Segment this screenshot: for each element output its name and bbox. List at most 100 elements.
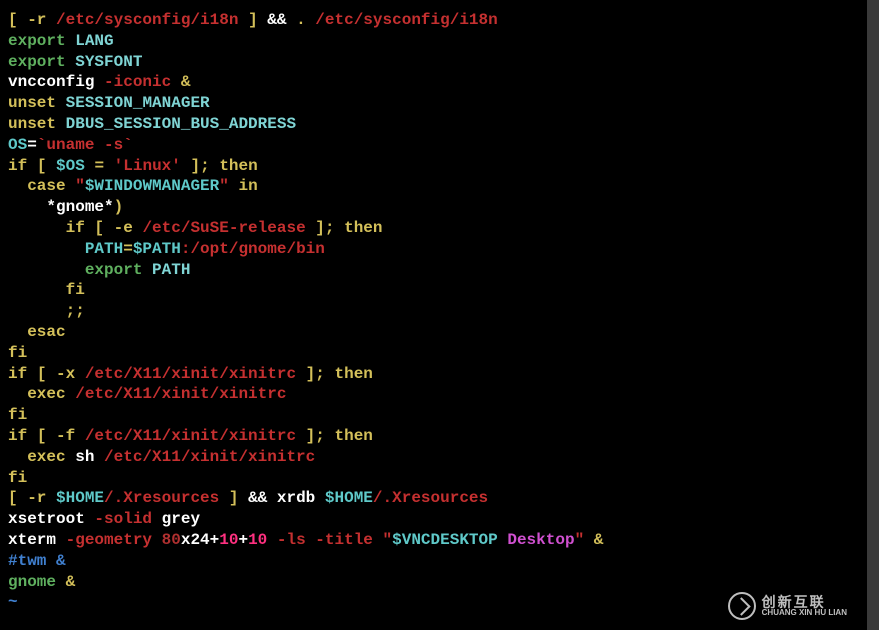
code-token: export xyxy=(8,53,66,71)
code-token: exec xyxy=(27,448,65,466)
code-token: " xyxy=(383,531,393,549)
code-token: #twm & xyxy=(8,552,66,570)
code-token: Desktop xyxy=(507,531,574,549)
code-line-25: xterm -geometry 80x24+10+10 -ls -title "… xyxy=(8,530,859,551)
code-token: 10 xyxy=(248,531,267,549)
code-token xyxy=(56,94,66,112)
code-token xyxy=(296,365,306,383)
code-token: = xyxy=(123,240,133,258)
code-token: fi xyxy=(66,281,85,299)
code-token xyxy=(66,385,76,403)
code-token: x24+ xyxy=(181,531,219,549)
code-token: = xyxy=(94,157,104,175)
code-token xyxy=(46,489,56,507)
code-token: :/opt/gnome/bin xyxy=(181,240,325,258)
code-token: & xyxy=(594,531,604,549)
code-token: /etc/X11/xinit/xinitrc xyxy=(104,448,315,466)
code-line-4: unset SESSION_MANAGER xyxy=(8,93,859,114)
watermark: 创新互联 CHUANG XIN HU LIAN xyxy=(728,592,847,620)
code-line-23: [ -r $HOME/.Xresources ] && xrdb $HOME/.… xyxy=(8,488,859,509)
code-token: [ -r xyxy=(8,11,46,29)
code-editor[interactable]: [ -r /etc/sysconfig/i18n ] && . /etc/sys… xyxy=(8,10,859,613)
code-token: -solid xyxy=(94,510,152,528)
code-token xyxy=(8,448,27,466)
code-token xyxy=(46,157,56,175)
code-line-9: *gnome*) xyxy=(8,197,859,218)
code-line-17: if [ -x /etc/X11/xinit/xinitrc ]; then xyxy=(8,364,859,385)
code-token: ]; xyxy=(306,427,325,445)
code-token: & xyxy=(181,73,191,91)
code-line-7: if [ $OS = 'Linux' ]; then xyxy=(8,156,859,177)
code-token: ) xyxy=(114,198,124,216)
code-token: sh xyxy=(66,448,104,466)
code-token: $HOME xyxy=(56,489,104,507)
code-token: fi xyxy=(8,406,27,424)
code-token: ;; xyxy=(66,302,85,320)
code-token xyxy=(296,427,306,445)
code-token xyxy=(238,11,248,29)
code-token: + xyxy=(238,531,248,549)
code-token: fi xyxy=(8,469,27,487)
code-token: [ -x xyxy=(37,365,75,383)
code-token: xterm xyxy=(8,531,66,549)
code-line-3: vncconfig -iconic & xyxy=(8,72,859,93)
code-token: *gnome* xyxy=(8,198,114,216)
code-token: SESSION_MANAGER xyxy=(66,94,210,112)
code-token xyxy=(66,53,76,71)
code-line-21: exec sh /etc/X11/xinit/xinitrc xyxy=(8,447,859,468)
code-token: ]; xyxy=(306,365,325,383)
code-token xyxy=(219,489,229,507)
code-token: in xyxy=(238,177,257,195)
code-token: fi xyxy=(8,344,27,362)
code-token: ]; xyxy=(191,157,210,175)
code-line-0: [ -r /etc/sysconfig/i18n ] && . /etc/sys… xyxy=(8,10,859,31)
watermark-en: CHUANG XIN HU LIAN xyxy=(762,609,847,617)
code-line-18: exec /etc/X11/xinit/xinitrc xyxy=(8,384,859,405)
code-token xyxy=(8,240,85,258)
code-token: [ -e xyxy=(94,219,132,237)
code-token xyxy=(181,157,191,175)
code-token: 'Linux' xyxy=(114,157,181,175)
code-token: 80 xyxy=(162,531,181,549)
code-line-5: unset DBUS_SESSION_BUS_ADDRESS xyxy=(8,114,859,135)
code-token xyxy=(8,323,27,341)
code-token: && xyxy=(258,11,296,29)
code-token xyxy=(8,219,66,237)
code-token xyxy=(306,219,316,237)
code-line-24: xsetroot -solid grey xyxy=(8,509,859,530)
code-token: $HOME xyxy=(325,489,373,507)
code-token: . xyxy=(296,11,306,29)
code-token: then xyxy=(344,219,382,237)
code-token xyxy=(8,281,66,299)
code-line-11: PATH=$PATH:/opt/gnome/bin xyxy=(8,239,859,260)
code-line-10: if [ -e /etc/SuSE-release ]; then xyxy=(8,218,859,239)
code-token xyxy=(27,157,37,175)
code-token xyxy=(85,219,95,237)
code-token: unset xyxy=(8,115,56,133)
code-line-22: fi xyxy=(8,468,859,489)
code-line-13: fi xyxy=(8,280,859,301)
code-line-1: export LANG xyxy=(8,31,859,52)
code-token xyxy=(210,157,220,175)
code-line-15: esac xyxy=(8,322,859,343)
code-line-16: fi xyxy=(8,343,859,364)
code-token: ~ xyxy=(8,593,18,611)
code-token: PATH xyxy=(85,240,123,258)
code-token: then xyxy=(219,157,257,175)
code-token: gnome xyxy=(8,573,66,591)
code-token xyxy=(8,385,27,403)
code-token: export xyxy=(8,32,66,50)
code-token: unset xyxy=(8,94,56,112)
code-token xyxy=(8,302,66,320)
watermark-text: 创新互联 CHUANG XIN HU LIAN xyxy=(762,595,847,617)
code-token: `uname -s` xyxy=(37,136,133,154)
code-token: /etc/sysconfig/i18n xyxy=(315,11,497,29)
code-token: vncconfig xyxy=(8,73,104,91)
code-token: then xyxy=(334,427,372,445)
code-line-27: gnome & xyxy=(8,572,859,593)
code-token: PATH xyxy=(152,261,190,279)
code-token: ] xyxy=(248,11,258,29)
code-token: if xyxy=(8,427,27,445)
code-token: SYSFONT xyxy=(75,53,142,71)
code-token xyxy=(27,427,37,445)
